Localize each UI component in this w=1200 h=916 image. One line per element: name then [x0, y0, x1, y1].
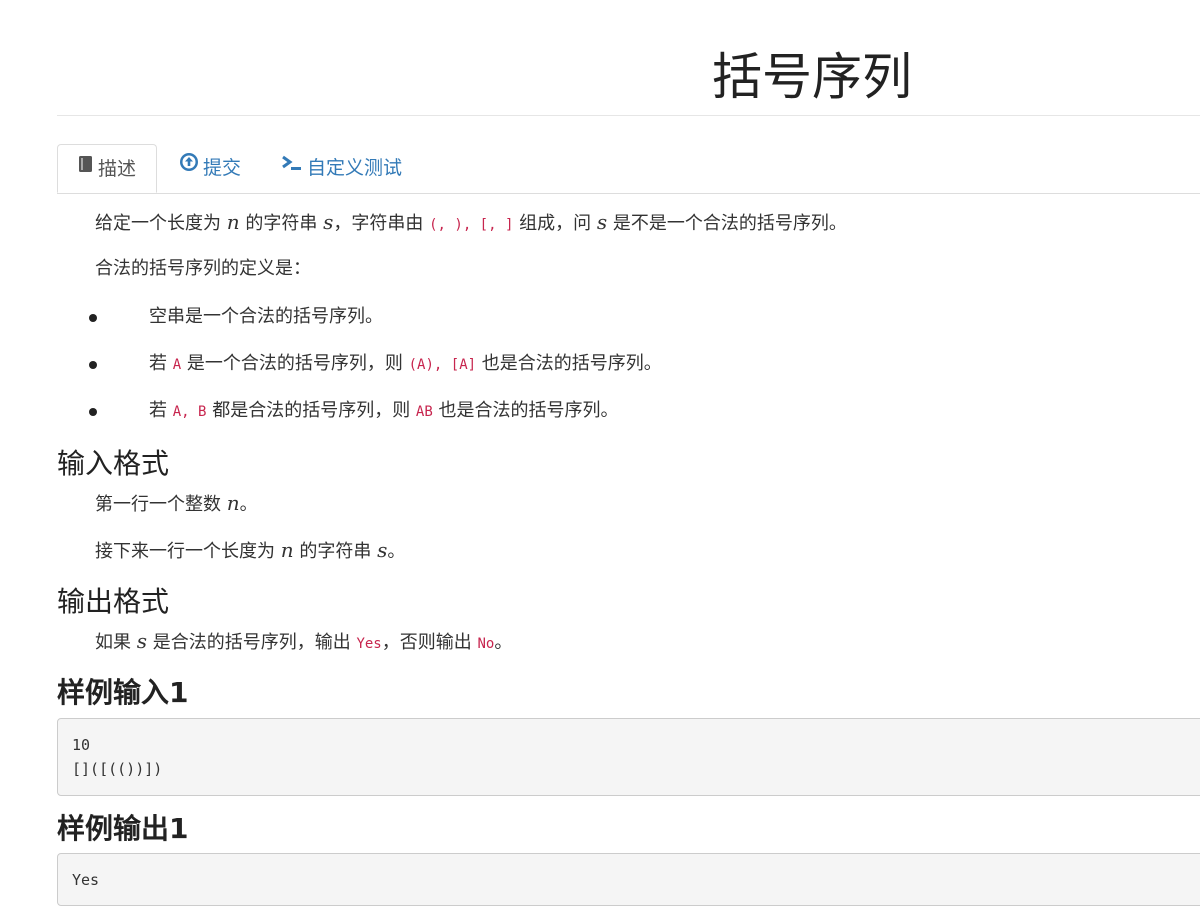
- book-icon: [78, 143, 94, 192]
- tab-submit[interactable]: 提交: [179, 144, 241, 193]
- inline-code: (: [429, 217, 438, 233]
- text: 给定一个长度为: [95, 213, 227, 234]
- text: 组成，问: [513, 213, 597, 234]
- inline-code: (A): [408, 357, 434, 373]
- text: 第一行一个整数: [95, 494, 227, 515]
- terminal-icon: [281, 142, 303, 191]
- inline-code: A: [172, 357, 182, 373]
- text: 。: [239, 494, 258, 515]
- inline-code: Yes: [356, 636, 382, 652]
- inline-code: ): [454, 217, 463, 233]
- text: 。: [494, 632, 513, 653]
- text: 。: [387, 541, 406, 562]
- math-var: s: [136, 629, 147, 653]
- tab-label: 描述: [98, 158, 137, 180]
- bullet-icon: [89, 361, 97, 369]
- text: 是不是一个合法的括号序列。: [607, 213, 847, 234]
- problem-intro: 给定一个长度为 n 的字符串 s，字符串由 (, ), [, ] 组成，问 s …: [95, 209, 847, 238]
- rule-item: 若 A, B 都是合法的括号序列，则 AB 也是合法的括号序列。: [149, 398, 619, 425]
- tab-custom-test[interactable]: 自定义测试: [281, 144, 402, 193]
- inline-code: ,: [488, 217, 505, 233]
- text: 都是合法的括号序列，则: [206, 400, 416, 421]
- tab-label: 自定义测试: [307, 157, 403, 179]
- tab-description[interactable]: 描述: [57, 143, 158, 193]
- text: ，字符串由: [333, 213, 430, 234]
- tab-label: 提交: [203, 157, 242, 179]
- rule-item: 若 A 是一个合法的括号序列，则 (A), [A] 也是合法的括号序列。: [149, 351, 662, 378]
- math-var: s: [323, 210, 334, 234]
- inline-code: No: [477, 636, 495, 652]
- text: 若: [149, 353, 173, 374]
- upload-circle-icon: [179, 142, 199, 191]
- math-var: n: [226, 491, 240, 515]
- inline-code: ,: [433, 357, 451, 373]
- tab-bar: 描述 提交 自定义测试: [57, 144, 1200, 194]
- text: 若: [149, 400, 173, 421]
- math-var: n: [280, 538, 294, 562]
- title-divider: [57, 115, 1200, 116]
- text: 如果: [95, 632, 137, 653]
- text: 也是合法的括号序列。: [476, 353, 662, 374]
- text: 的字符串: [239, 213, 324, 234]
- inline-code: ,: [462, 217, 480, 233]
- sample-output-block[interactable]: Yes: [57, 853, 1200, 906]
- input-format-line: 第一行一个整数 n。: [95, 490, 258, 518]
- text: ，否则输出: [381, 632, 478, 653]
- inline-code: [: [479, 217, 489, 233]
- definition-heading: 合法的括号序列的定义是：: [95, 258, 311, 279]
- text: 接下来一行一个长度为: [95, 541, 281, 562]
- inline-code: A: [172, 404, 182, 420]
- output-format-heading: 输出格式: [57, 585, 170, 618]
- sample-output-heading: 样例输出1: [57, 812, 189, 845]
- output-format-line: 如果 s 是合法的括号序列，输出 Yes，否则输出 No。: [95, 628, 512, 657]
- input-format-line: 接下来一行一个长度为 n 的字符串 s。: [95, 537, 405, 565]
- inline-code: AB: [415, 404, 433, 420]
- input-format-heading: 输入格式: [57, 447, 170, 480]
- page-title: 括号序列: [712, 48, 912, 106]
- text: 的字符串: [293, 541, 378, 562]
- math-var: n: [226, 210, 240, 234]
- sample-input-heading: 样例输入1: [57, 676, 189, 709]
- rule-item: 空串是一个合法的括号序列。: [149, 306, 383, 327]
- text: 是合法的括号序列，输出: [147, 632, 357, 653]
- text: 也是合法的括号序列。: [432, 400, 619, 421]
- bullet-icon: [89, 408, 97, 416]
- sample-input-block[interactable]: 10 []([(())]): [57, 718, 1200, 796]
- text: 是一个合法的括号序列，则: [181, 353, 409, 374]
- inline-code: ,: [181, 404, 199, 420]
- bullet-icon: [89, 314, 97, 322]
- inline-code: ,: [437, 217, 455, 233]
- inline-code: [A]: [450, 357, 477, 373]
- math-var: s: [377, 538, 388, 562]
- math-var: s: [596, 210, 608, 234]
